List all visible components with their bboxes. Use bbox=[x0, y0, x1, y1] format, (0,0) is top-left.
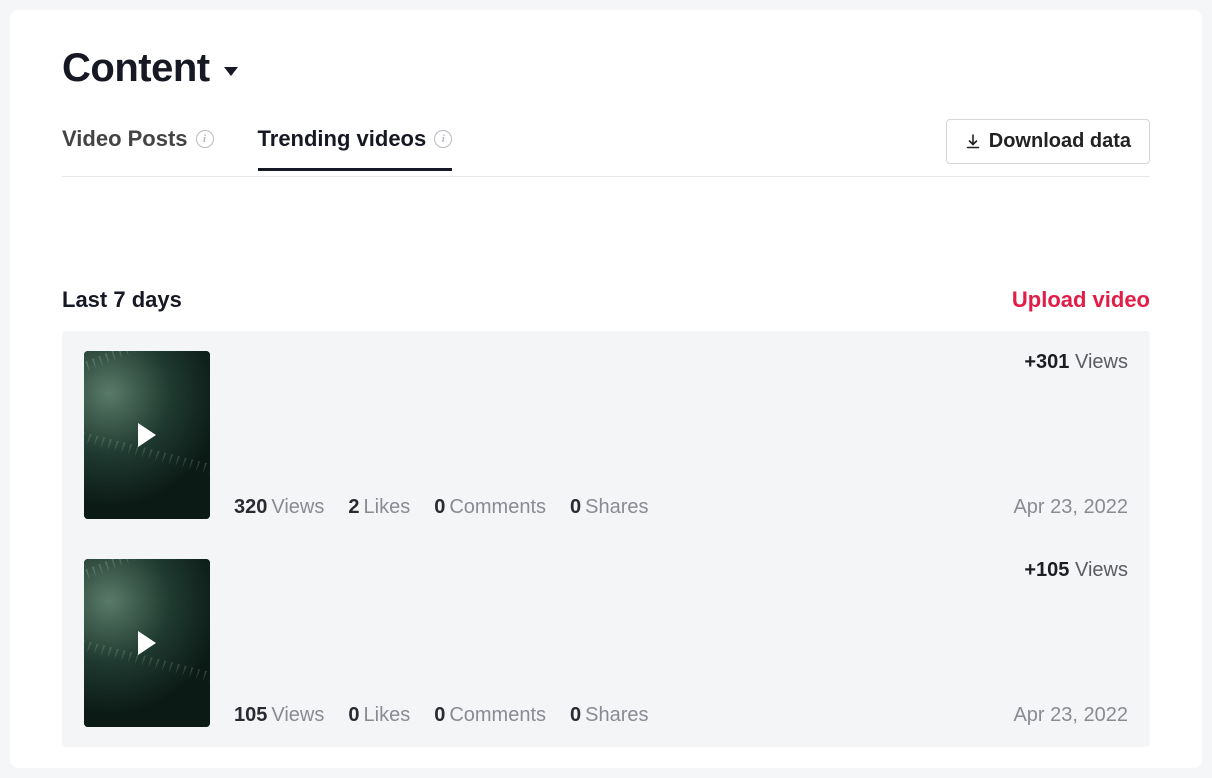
download-data-label: Download data bbox=[989, 130, 1131, 153]
download-icon bbox=[965, 134, 981, 150]
page-title-row: Content bbox=[62, 46, 1150, 91]
video-date: Apr 23, 2022 bbox=[1013, 496, 1128, 519]
list-item: 105Views 0Likes 0Comments 0Shares +105 V… bbox=[62, 539, 1150, 747]
views-stat: 105Views bbox=[234, 704, 324, 727]
list-item: 320Views 2Likes 0Comments 0Shares +301 V… bbox=[62, 331, 1150, 539]
comments-stat: 0Comments bbox=[434, 496, 546, 519]
shares-stat: 0Shares bbox=[570, 496, 649, 519]
tab-bar: Video Posts i Trending videos i Download… bbox=[62, 119, 1150, 177]
views-stat: 320Views bbox=[234, 496, 324, 519]
tab-trending-videos[interactable]: Trending videos i bbox=[258, 126, 453, 170]
tab-trending-label: Trending videos bbox=[258, 126, 427, 152]
download-data-button[interactable]: Download data bbox=[946, 119, 1150, 164]
play-icon bbox=[138, 423, 156, 447]
info-icon[interactable]: i bbox=[196, 130, 214, 148]
video-right-col: +301 Views Apr 23, 2022 bbox=[1013, 351, 1128, 519]
views-delta: +301 Views bbox=[1024, 351, 1128, 374]
video-stats: 320Views 2Likes 0Comments 0Shares bbox=[234, 496, 989, 519]
page-title: Content bbox=[62, 46, 210, 91]
video-thumbnail[interactable] bbox=[84, 559, 210, 727]
video-meta: 105Views 0Likes 0Comments 0Shares bbox=[234, 559, 989, 727]
comments-stat: 0Comments bbox=[434, 704, 546, 727]
likes-stat: 2Likes bbox=[348, 496, 410, 519]
caret-down-icon[interactable] bbox=[224, 67, 238, 76]
video-thumbnail[interactable] bbox=[84, 351, 210, 519]
likes-stat: 0Likes bbox=[348, 704, 410, 727]
section-header: Last 7 days Upload video bbox=[62, 287, 1150, 313]
play-icon bbox=[138, 631, 156, 655]
views-delta: +105 Views bbox=[1024, 559, 1128, 582]
video-meta: 320Views 2Likes 0Comments 0Shares bbox=[234, 351, 989, 519]
video-date: Apr 23, 2022 bbox=[1013, 704, 1128, 727]
video-stats: 105Views 0Likes 0Comments 0Shares bbox=[234, 704, 989, 727]
content-panel: Content Video Posts i Trending videos i … bbox=[10, 10, 1202, 768]
info-icon[interactable]: i bbox=[434, 130, 452, 148]
tabs: Video Posts i Trending videos i bbox=[62, 126, 452, 170]
section-title: Last 7 days bbox=[62, 287, 182, 313]
upload-video-link[interactable]: Upload video bbox=[1012, 287, 1150, 313]
trending-list: 320Views 2Likes 0Comments 0Shares +301 V… bbox=[62, 331, 1150, 747]
shares-stat: 0Shares bbox=[570, 704, 649, 727]
tab-video-posts-label: Video Posts bbox=[62, 126, 188, 152]
video-right-col: +105 Views Apr 23, 2022 bbox=[1013, 559, 1128, 727]
tab-video-posts[interactable]: Video Posts i bbox=[62, 126, 214, 170]
